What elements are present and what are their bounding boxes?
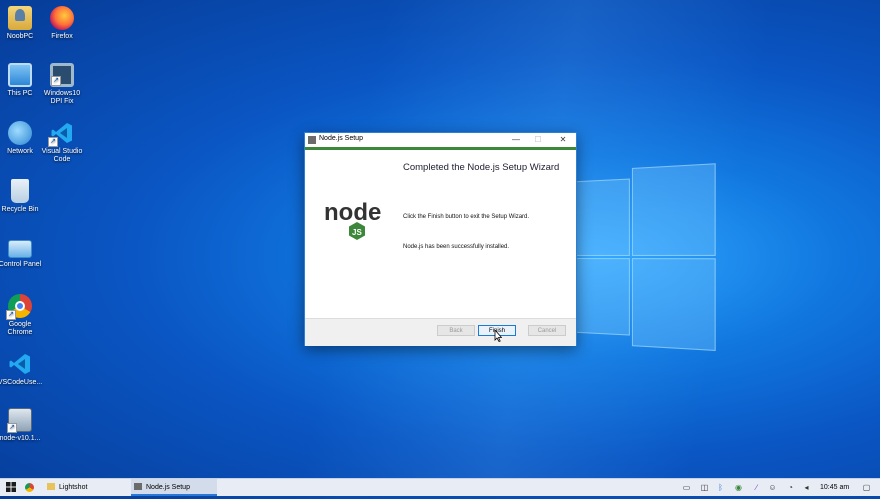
- chrome-icon: ↗: [6, 294, 32, 320]
- desktop-icon-label: node-v10.1...: [0, 435, 41, 442]
- desktop-icon-label: Firefox: [51, 33, 73, 40]
- finish-instruction-text: Click the Finish button to exit the Setu…: [403, 214, 530, 220]
- action-center-icon[interactable]: ▢: [862, 483, 871, 492]
- desktop-icon-vscode[interactable]: ↗ Visual Studio Code: [39, 121, 85, 164]
- desktop-icon-label: Google Chrome: [7, 321, 33, 336]
- vscode-icon: [8, 352, 32, 376]
- taskbar-chrome-icon[interactable]: [25, 479, 39, 496]
- desktop-icon-label: Network: [7, 148, 33, 155]
- desktop-icon-dpi-fix[interactable]: ↗ Windows10 DPI Fix: [39, 63, 85, 106]
- desktop-icon-node-installer[interactable]: ↗ node-v10.1...: [0, 408, 43, 443]
- bluetooth-icon[interactable]: ᛒ: [716, 483, 725, 492]
- desktop-icon-this-pc[interactable]: This PC: [0, 63, 43, 98]
- desktop-icon-label: Windows10 DPI Fix: [43, 90, 81, 105]
- app-tray-icon[interactable]: ◉: [734, 483, 743, 492]
- taskbar-app-lightshot[interactable]: Lightshot: [44, 479, 126, 496]
- installer-icon: ↗: [7, 408, 32, 433]
- install-success-text: Node.js has been successfully installed.: [403, 244, 510, 250]
- desktop-icon-network[interactable]: Network: [0, 121, 43, 156]
- dialog-titlebar[interactable]: Node.js Setup — ☐ ✕: [305, 133, 576, 150]
- taskbar-app-label: Lightshot: [59, 484, 88, 491]
- desktop-icon-recycle-bin[interactable]: Recycle Bin: [0, 179, 43, 214]
- folder-icon: [47, 483, 55, 490]
- minimize-button[interactable]: —: [504, 133, 528, 147]
- pen-icon[interactable]: ∕: [752, 483, 761, 492]
- windows-start-icon[interactable]: [4, 479, 18, 496]
- user-folder-icon: [8, 6, 32, 30]
- taskbar-app-label: Node.js Setup: [146, 484, 190, 491]
- wizard-heading: Completed the Node.js Setup Wizard: [403, 162, 560, 173]
- dpi-fix-icon: ↗: [50, 63, 74, 87]
- taskbar-app-nodejs-setup[interactable]: Node.js Setup: [131, 479, 217, 496]
- desktop-icon-firefox[interactable]: Firefox: [39, 6, 85, 41]
- firefox-icon: [50, 6, 74, 30]
- desktop-icon-label: This PC: [7, 90, 33, 97]
- dialog-title: Node.js Setup: [319, 135, 363, 142]
- svg-text:node: node: [324, 199, 381, 226]
- windows-logo-wallpaper: [560, 163, 716, 352]
- desktop-icon-control-panel[interactable]: Control Panel: [0, 237, 43, 269]
- desktop-icon-label: VSCodeUse...: [0, 379, 43, 386]
- volume-icon[interactable]: ◂: [802, 483, 811, 492]
- desktop-icon-label: Control Panel: [0, 261, 42, 268]
- nodejs-setup-icon: [134, 483, 142, 490]
- clock[interactable]: 10:45 am: [820, 479, 854, 496]
- desktop-icon-chrome[interactable]: ↗ Google Chrome: [0, 294, 43, 337]
- nodejs-setup-dialog: Node.js Setup — ☐ ✕ node JS Completed th…: [304, 132, 577, 346]
- dialog-button-bar: Back Finish Cancel: [305, 318, 576, 346]
- control-panel-icon: [8, 240, 32, 258]
- desktop-icon-label: Recycle Bin: [1, 206, 39, 213]
- network-tray-icon[interactable]: ◔: [786, 483, 795, 492]
- nodejs-logo: node JS: [323, 194, 391, 252]
- desktop-icon-label: Visual Studio Code: [41, 148, 83, 163]
- taskbar: Lightshot Node.js Setup ▭ ◫ ᛒ ◉ ∕ ☺ ◔ ◂ …: [0, 478, 880, 496]
- maximize-button: ☐: [534, 135, 542, 144]
- desktop-icon-vscode-user[interactable]: VSCodeUse...: [0, 352, 43, 387]
- recycle-bin-icon: [11, 179, 29, 203]
- people-icon[interactable]: ☺: [768, 483, 777, 492]
- mouse-cursor-icon: [494, 330, 502, 342]
- setup-app-icon: [308, 136, 316, 144]
- network-icon: [8, 121, 32, 145]
- back-button: Back: [437, 325, 475, 336]
- notification-tray-icon[interactable]: ▭: [682, 483, 691, 492]
- close-button[interactable]: ✕: [551, 133, 575, 147]
- svg-text:JS: JS: [352, 228, 362, 237]
- desktop-icon-label: NoobPC: [6, 33, 34, 40]
- cancel-button[interactable]: Cancel: [528, 325, 566, 336]
- security-icon[interactable]: ◫: [700, 483, 709, 492]
- dialog-content: node JS Completed the Node.js Setup Wiza…: [305, 150, 576, 318]
- vscode-icon: ↗: [48, 121, 74, 147]
- this-pc-icon: [8, 63, 32, 87]
- desktop-icon-noobpc[interactable]: NoobPC: [0, 6, 43, 41]
